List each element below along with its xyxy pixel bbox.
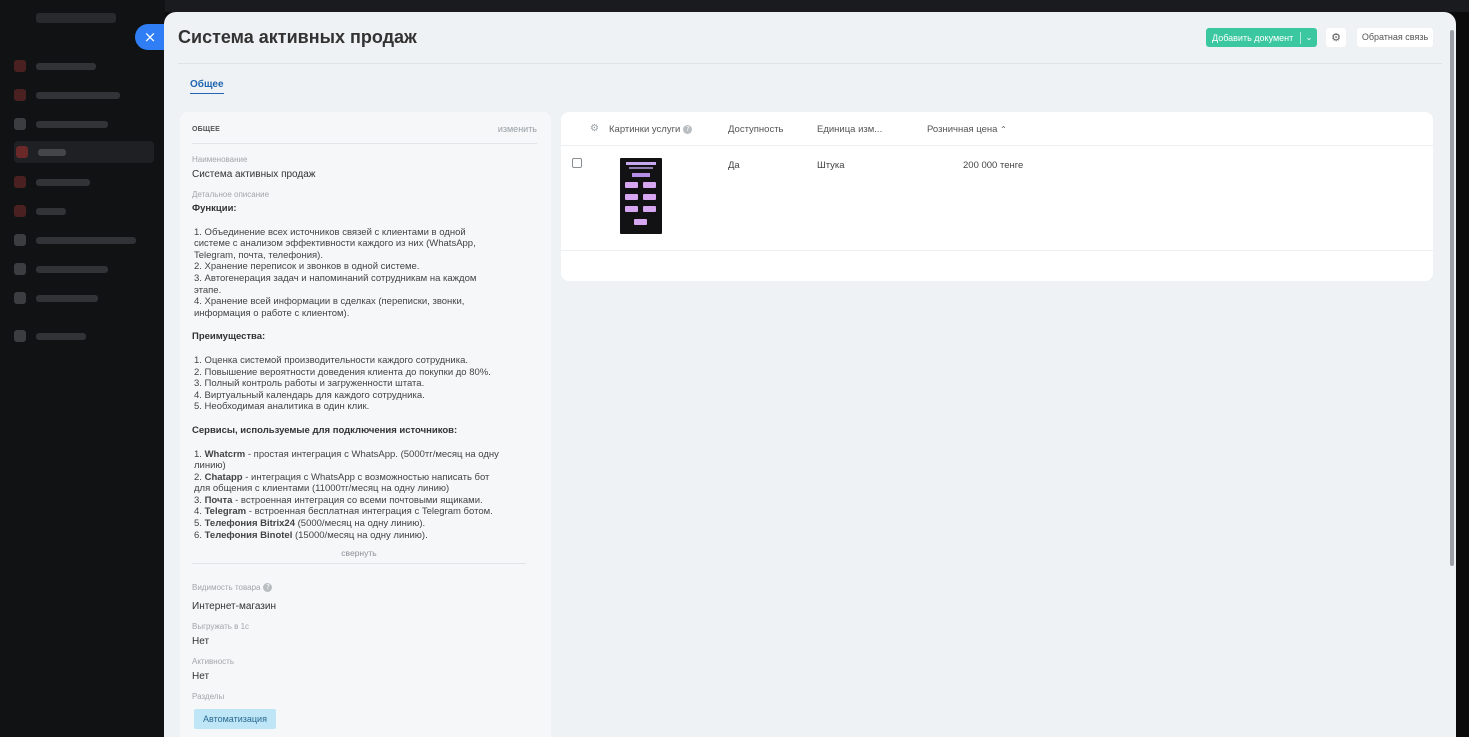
background-nav-item (14, 87, 154, 103)
gear-icon[interactable]: ⚙ (590, 123, 599, 134)
description-label: Детальное описание (192, 190, 270, 199)
general-info-card: ОБЩЕЕ изменить Наименование Система акти… (180, 112, 551, 737)
advantages-line: 5. Необходимая аналитика в один клик. (194, 401, 370, 413)
background-nav-item (14, 261, 154, 277)
background-nav-item-active (14, 141, 154, 163)
sort-up-icon: ⌃ (1000, 125, 1007, 134)
functions-heading: Функции: (192, 203, 237, 214)
visibility-value: Интернет-магазин (192, 601, 276, 612)
functions-line: 2. Хранение переписок и звонков в одной … (194, 261, 420, 273)
edit-link[interactable]: изменить (498, 124, 537, 134)
services-line: 3. Почта - встроенная интеграция со всем… (194, 494, 483, 506)
panel-scrollbar[interactable] (1450, 30, 1454, 566)
help-icon[interactable]: ? (683, 124, 693, 134)
functions-list: 1. Объединение всех источников связей с … (192, 227, 532, 320)
activity-value: Нет (192, 671, 210, 682)
feedback-button[interactable]: Обратная связь (1357, 28, 1433, 47)
collapse-link[interactable]: свернуть (192, 548, 526, 558)
background-sidebar (0, 0, 165, 737)
services-line: 6. Телефония Binotel (15000/месяц на одн… (194, 529, 428, 541)
services-line: для общения с клиентами (11000тг/месяц н… (194, 483, 450, 495)
background-portal-title (36, 13, 116, 23)
background-nav-item (14, 232, 154, 248)
services-line: 1. Whatcrm - простая интеграция с WhatsA… (194, 448, 499, 460)
services-line: 2. Chatapp - интеграция с WhatsApp с воз… (194, 471, 490, 483)
services-heading: Сервисы, используемые для подключения ис… (192, 424, 458, 436)
column-header-availability[interactable]: Доступность (728, 124, 784, 135)
export-1c-value: Нет (192, 636, 210, 647)
add-document-button[interactable]: Добавить документ ⌄ (1206, 28, 1317, 47)
functions-line: системе с анализом эффективности каждого… (194, 238, 476, 250)
functions-line: 4. Хранение всей информации в сделках (п… (194, 296, 465, 308)
row-checkbox[interactable] (572, 158, 582, 168)
column-header-images[interactable]: Картинки услуги? (609, 124, 693, 135)
functions-line: этапе. (194, 284, 222, 296)
header-divider (561, 145, 1433, 146)
functions-line: 3. Автогенерация задач и напоминаний сот… (194, 272, 477, 284)
tab-general[interactable]: Общее (190, 79, 224, 94)
background-nav-item (14, 174, 154, 190)
panel-header: Система активных продаж Добавить докумен… (164, 12, 1456, 64)
services-line: линию) (194, 460, 226, 472)
export-1c-label: Выгружать в 1с (192, 622, 250, 631)
advantages-line: 3. Полный контроль работы и загруженност… (194, 378, 425, 390)
background-nav-item (14, 58, 154, 74)
background-nav-item (14, 203, 154, 219)
services-line: 5. Телефония Bitrix24 (5000/месяц на одн… (194, 518, 426, 530)
section-tag[interactable]: Автоматизация (194, 709, 276, 729)
cell-availability: Да (728, 160, 740, 171)
gear-icon: ⚙ (1331, 31, 1341, 44)
advantages-line: 1. Оценка системой производительности ка… (194, 354, 469, 366)
close-icon: × (143, 28, 157, 46)
page-title: Система активных продаж (178, 27, 417, 47)
product-slider-panel: Система активных продаж Добавить докумен… (164, 12, 1456, 737)
background-nav-item (14, 116, 154, 132)
add-document-label: Добавить документ (1212, 32, 1294, 43)
column-header-unit[interactable]: Единица изм... (817, 124, 882, 135)
cell-price: 200 000 тенге (963, 160, 1024, 171)
card-title: ОБЩЕЕ (192, 126, 220, 133)
description-divider (192, 563, 526, 564)
name-value: Система активных продаж (192, 169, 316, 180)
visibility-label: Видимость товара? (192, 583, 273, 593)
row-divider (561, 250, 1433, 251)
close-slider-button[interactable]: × (135, 24, 165, 50)
advantages-list: 1. Оценка системой производительности ка… (192, 355, 532, 413)
cell-unit: Штука (817, 160, 845, 171)
background-nav-item (14, 328, 154, 344)
functions-line: 1. Объединение всех источников связей с … (194, 226, 466, 238)
services-list: 1. Whatcrm - простая интеграция с WhatsA… (192, 449, 532, 542)
service-variations-table: ⚙ Картинки услуги? Доступность Единица и… (561, 112, 1433, 281)
advantages-line: 2. Повышение вероятности доведения клиен… (194, 366, 491, 378)
header-divider (178, 63, 1442, 64)
service-image-thumbnail[interactable] (620, 158, 662, 234)
sections-label: Разделы (192, 692, 225, 701)
column-header-price[interactable]: Розничная цена ⌃ (927, 124, 1007, 135)
settings-button[interactable]: ⚙ (1326, 28, 1346, 47)
services-line: 4. Telegram - встроенная бесплатная инте… (194, 506, 493, 518)
help-icon[interactable]: ? (263, 583, 273, 593)
card-header: ОБЩЕЕ изменить (192, 124, 537, 144)
background-nav-item (14, 290, 154, 306)
chevron-down-icon[interactable]: ⌄ (1301, 33, 1317, 42)
functions-line: Telegram, почта, телефония). (194, 249, 323, 261)
background-topbar (165, 0, 1469, 12)
advantages-line: 4. Виртуальный календарь для каждого сот… (194, 389, 425, 401)
name-label: Наименование (192, 155, 248, 164)
detailed-description: Функции: 1. Объединение всех источников … (192, 203, 532, 541)
activity-label: Активность (192, 657, 235, 666)
functions-line: информация о работе с клиентом). (194, 307, 350, 319)
advantages-heading: Преимущества: (192, 331, 266, 343)
